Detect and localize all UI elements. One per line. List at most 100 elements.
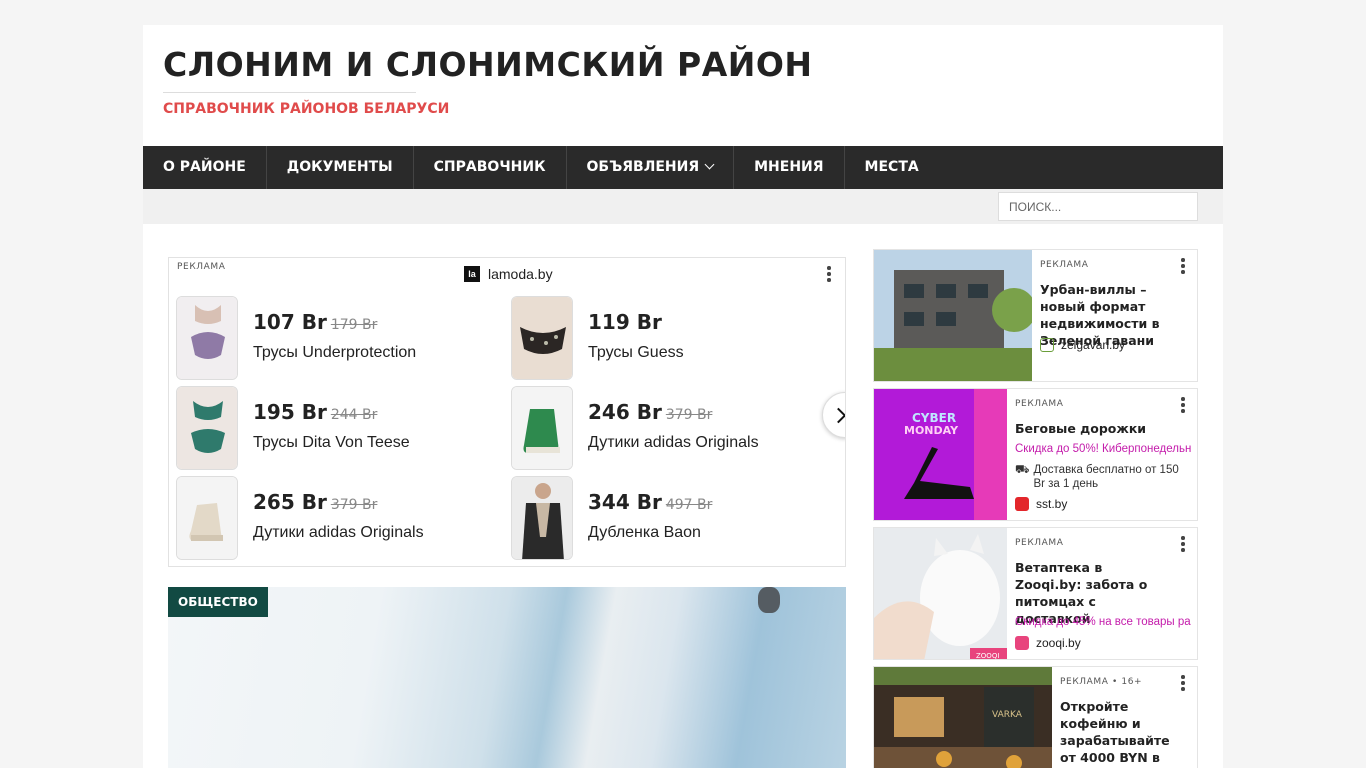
price-old: 179 Br [330, 317, 378, 333]
ad-image: CYBER MONDAY [874, 389, 1007, 520]
nav-item-label: МНЕНИЯ [754, 159, 824, 175]
product-image [176, 386, 238, 470]
ad-domain-text: zelgavan.by [1061, 338, 1126, 352]
nav-item-label: СПРАВОЧНИК [433, 159, 546, 175]
product-card[interactable]: 265 Br 379 Br Дутики adidas Originals [176, 476, 506, 560]
product-card[interactable]: 344 Br 497 Br Дубленка Baon [511, 476, 841, 560]
side-ad[interactable]: CYBER MONDAY РЕКЛАМА Беговые дорожки Скид… [873, 388, 1198, 521]
ad-label: РЕКЛАМА [1015, 399, 1064, 409]
price-old: 244 Br [330, 407, 378, 423]
more-options-icon[interactable] [1181, 675, 1185, 691]
truck-icon: ⛟ [1015, 464, 1030, 476]
ad-domain[interactable]: zooqi.by [1015, 636, 1081, 650]
price-old: 497 Br [665, 497, 713, 513]
nav-item-classifieds[interactable]: ОБЪЯВЛЕНИЯ [567, 146, 735, 189]
ad-brand-name: lamoda.by [488, 266, 553, 282]
ad-label: РЕКЛАМА [1040, 260, 1089, 270]
price-current: 195 Br [253, 400, 327, 424]
nav-item-label: ДОКУМЕНТЫ [286, 159, 393, 175]
product-name: Трусы Underprotection [253, 344, 417, 361]
site-title[interactable]: СЛОНИМ И СЛОНИМСКИЙ РАЙОН [163, 45, 813, 84]
ad-title: Откройте кофейню и зарабатывайте от 4000… [1060, 699, 1170, 768]
search-input[interactable] [998, 192, 1198, 221]
ad-image-text: MONDAY [904, 424, 959, 437]
search-bar [143, 189, 1223, 224]
hero-detail [758, 587, 780, 613]
price-current: 107 Br [253, 310, 327, 334]
price-current: 246 Br [588, 400, 662, 424]
tagline-divider [163, 92, 416, 93]
more-options-icon[interactable] [1181, 536, 1185, 552]
nav-item-label: ОБЪЯВЛЕНИЯ [586, 159, 700, 175]
product-image [176, 476, 238, 560]
article-category-badge[interactable]: ОБЩЕСТВО [168, 587, 268, 617]
lamoda-logo: la [464, 266, 480, 282]
product-price: 344 Br 497 Br [588, 490, 712, 514]
ad-image-sign: VARKA [992, 710, 1023, 720]
product-price: 265 Br 379 Br [253, 490, 377, 514]
price-current: 119 Br [588, 310, 662, 334]
nav-item-label: МЕСТА [864, 159, 919, 175]
product-card[interactable]: 246 Br 379 Br Дутики adidas Originals [511, 386, 841, 470]
product-price: 246 Br 379 Br [588, 400, 712, 424]
nav-item-documents[interactable]: ДОКУМЕНТЫ [267, 146, 414, 189]
nav-item-opinions[interactable]: МНЕНИЯ [734, 146, 845, 189]
nav-item-label: О РАЙОНЕ [163, 159, 246, 175]
main-nav: О РАЙОНЕ ДОКУМЕНТЫ СПРАВОЧНИК ОБЪЯВЛЕНИЯ… [143, 146, 1223, 189]
product-name: Дутики adidas Originals [253, 524, 424, 541]
ad-title: Беговые дорожки [1015, 421, 1147, 436]
product-image [176, 296, 238, 380]
product-name: Дубленка Baon [588, 524, 701, 541]
nav-item-about[interactable]: О РАЙОНЕ [143, 146, 267, 189]
product-name: Трусы Dita Von Teese [253, 434, 410, 451]
ad-image-badge: ZOOQI [976, 652, 999, 660]
price-old: 379 Br [330, 497, 378, 513]
article-hero-image[interactable]: ОБЩЕСТВО [168, 587, 846, 768]
ad-image: ZOOQI [874, 528, 1007, 660]
ad-label: РЕКЛАМА • 16+ [1060, 677, 1143, 687]
product-price: 107 Br 179 Br [253, 310, 377, 334]
side-ad[interactable]: ZOOQI РЕКЛАМА Ветаптека в Zooqi.by: забо… [873, 527, 1198, 660]
ad-image [874, 250, 1032, 381]
ad-delivery-text: Доставка бесплатно от 150 Br за 1 день [1033, 464, 1179, 490]
price-current: 344 Br [588, 490, 662, 514]
nav-item-directory[interactable]: СПРАВОЧНИК [414, 146, 567, 189]
side-ad[interactable]: VARKA РЕКЛАМА • 16+ Откройте кофейню и з… [873, 666, 1198, 768]
product-card[interactable]: 119 Br Трусы Guess [511, 296, 841, 380]
product-image [511, 296, 573, 380]
ad-domain[interactable]: zelgavan.by [1040, 338, 1125, 352]
product-card[interactable]: 107 Br 179 Br Трусы Underprotection [176, 296, 506, 380]
ad-promo: Скидка до 50%! Киберпонедельник [1015, 443, 1191, 455]
product-price: 119 Br [588, 310, 662, 334]
sst-logo-icon [1015, 497, 1029, 511]
site-tagline: СПРАВОЧНИК РАЙОНОВ БЕЛАРУСИ [163, 101, 450, 117]
house-icon [1040, 338, 1054, 352]
product-image [511, 476, 573, 560]
ad-domain-text: sst.by [1036, 497, 1068, 511]
site-container: СЛОНИМ И СЛОНИМСКИЙ РАЙОН СПРАВОЧНИК РАЙ… [143, 25, 1223, 768]
price-current: 265 Br [253, 490, 327, 514]
price-old: 379 Br [665, 407, 713, 423]
ad-image: VARKA [874, 667, 1052, 768]
nav-item-places[interactable]: МЕСТА [845, 146, 939, 189]
product-ad-block[interactable]: РЕКЛАМА la lamoda.by 107 Br 179 Br Трусы … [168, 257, 846, 567]
ad-label: РЕКЛАМА [177, 262, 226, 272]
ad-brand[interactable]: la lamoda.by [464, 266, 553, 282]
ad-image-text: CYBER [912, 411, 956, 425]
ad-promo: Скидка до 45% на все товары раздела [1015, 616, 1191, 628]
product-card[interactable]: 195 Br 244 Br Трусы Dita Von Teese [176, 386, 506, 470]
zooqi-logo-icon [1015, 636, 1029, 650]
ad-domain-text: zooqi.by [1036, 636, 1081, 650]
product-image [511, 386, 573, 470]
product-name: Дутики adidas Originals [588, 434, 759, 451]
more-options-icon[interactable] [1181, 397, 1185, 413]
ad-label: РЕКЛАМА [1015, 538, 1064, 548]
more-options-icon[interactable] [827, 266, 831, 282]
product-name: Трусы Guess [588, 344, 684, 361]
ad-domain[interactable]: sst.by [1015, 497, 1067, 511]
chevron-down-icon [704, 159, 715, 170]
product-price: 195 Br 244 Br [253, 400, 377, 424]
more-options-icon[interactable] [1181, 258, 1185, 274]
side-ad[interactable]: РЕКЛАМА Урбан-виллы – новый формат недви… [873, 249, 1198, 382]
ad-delivery: ⛟ Доставка бесплатно от 150 Br за 1 день [1015, 463, 1180, 491]
